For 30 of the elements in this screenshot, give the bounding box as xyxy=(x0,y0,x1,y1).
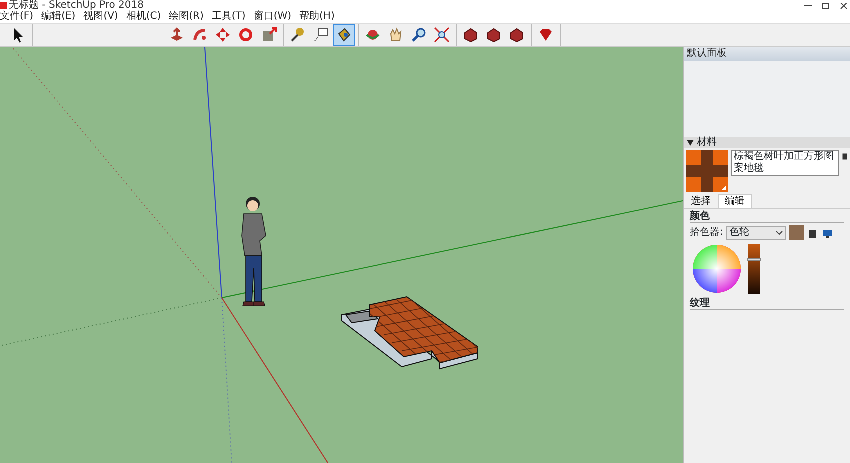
window-title: 无标题 - SketchUp Pro 2018 xyxy=(9,0,144,11)
materials-title: 材料 xyxy=(697,137,717,148)
maximize-icon[interactable] xyxy=(822,2,830,8)
menu-item[interactable]: 文件(F) xyxy=(0,11,34,23)
material-name-field[interactable]: 棕褐色树叶加正方形图案地毯 xyxy=(731,150,839,176)
picker-label: 拾色器: xyxy=(690,226,724,240)
app-icon xyxy=(0,2,7,9)
minimize-icon[interactable] xyxy=(804,2,812,8)
brightness-slider[interactable] xyxy=(748,244,760,294)
tab[interactable]: 编辑 xyxy=(718,194,752,208)
material-thumbnail xyxy=(686,150,728,192)
menu-item[interactable]: 帮助(H) xyxy=(300,11,335,23)
section-heading: 颜色 xyxy=(690,211,844,223)
picker-dropdown[interactable]: 色轮 xyxy=(726,226,786,240)
menu-item[interactable]: 窗口(W) xyxy=(254,11,292,23)
slider-thumb[interactable] xyxy=(747,258,761,262)
caret-icon xyxy=(776,230,784,234)
color-wheel[interactable] xyxy=(692,244,742,294)
menu-item[interactable]: 工具(T) xyxy=(212,11,246,23)
tab[interactable]: 选择 xyxy=(684,194,718,208)
menu-item[interactable]: 视图(V) xyxy=(84,11,118,23)
color-swatch xyxy=(789,225,804,240)
materials-header[interactable]: 材料 xyxy=(684,137,850,148)
menu-item[interactable]: 绘图(R) xyxy=(169,11,204,23)
expand-triangle-icon[interactable] xyxy=(687,140,694,146)
section-heading: 纹理 xyxy=(690,298,844,310)
menu-item[interactable]: 相机(C) xyxy=(126,11,162,23)
tray-title: 默认面板 xyxy=(684,47,850,61)
menu-item[interactable]: 编辑(E) xyxy=(42,11,76,23)
close-icon[interactable] xyxy=(840,2,848,8)
